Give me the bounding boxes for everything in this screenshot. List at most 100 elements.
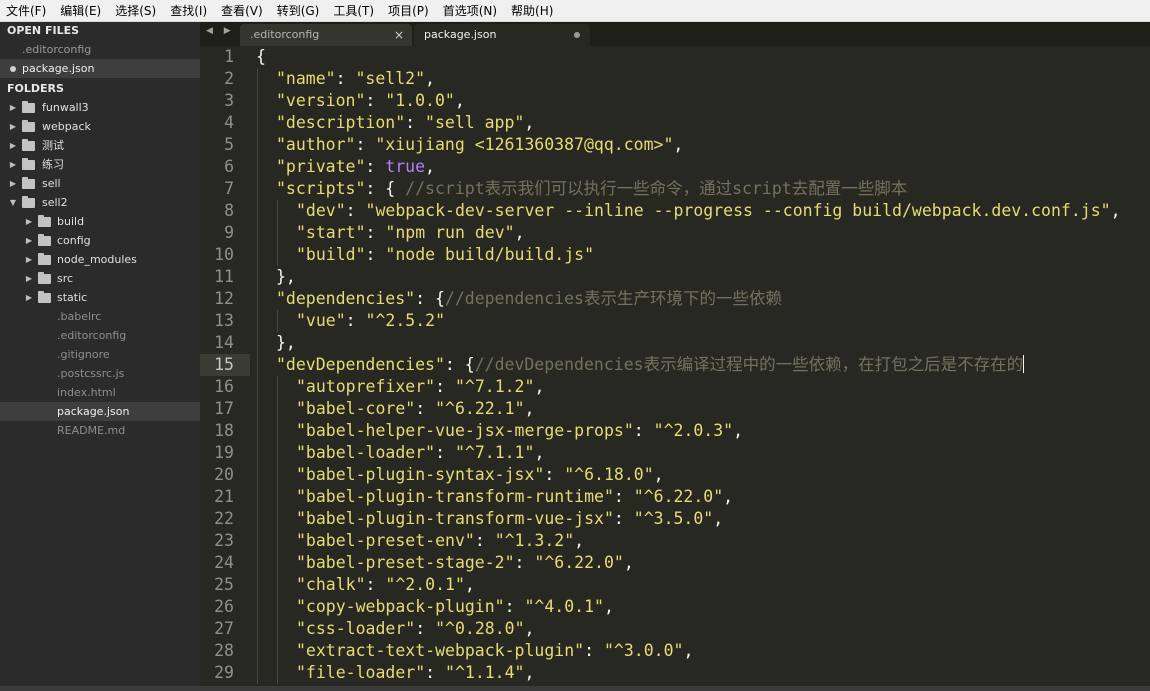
json-key: "dependencies" xyxy=(276,289,416,308)
expand-arrow-icon[interactable]: ▶ xyxy=(24,288,34,307)
code-line[interactable]: 27 "css-loader": "^0.28.0", xyxy=(200,618,1150,640)
code-punctuation: { xyxy=(256,47,266,66)
folder-funwall3[interactable]: ▶ funwall3 xyxy=(0,98,200,117)
menu-view[interactable]: 查看(V) xyxy=(214,0,270,22)
file-index-html[interactable]: index.html xyxy=(0,383,200,402)
indent-guide xyxy=(257,332,258,354)
menu-find[interactable]: 查找(I) xyxy=(163,0,214,22)
code-line[interactable]: 5 "author": "xiujiang <1261360387@qq.com>… xyxy=(200,134,1150,156)
code-line[interactable]: 21 "babel-plugin-transform-runtime": "^6.… xyxy=(200,486,1150,508)
code-line[interactable]: 23 "babel-preset-env": "^1.3.2", xyxy=(200,530,1150,552)
code-line[interactable]: 13 "vue": "^2.5.2" xyxy=(200,310,1150,332)
folder-webpack[interactable]: ▶ webpack xyxy=(0,117,200,136)
indent-guide xyxy=(257,310,258,332)
code-line[interactable]: 25 "chalk": "^2.0.1", xyxy=(200,574,1150,596)
code-line[interactable]: 6 "private": true, xyxy=(200,156,1150,178)
code-line[interactable]: 26 "copy-webpack-plugin": "^4.0.1", xyxy=(200,596,1150,618)
code-line[interactable]: 10 "build": "node build/build.js" xyxy=(200,244,1150,266)
indent-guide xyxy=(257,376,258,398)
tab-nav-arrows-icon[interactable]: ◀ ▶ xyxy=(206,26,235,36)
code-line[interactable]: 28 "extract-text-webpack-plugin": "^3.0.0… xyxy=(200,640,1150,662)
folder-lianxi[interactable]: ▶ 练习 xyxy=(0,155,200,174)
open-file-editorconfig[interactable]: .editorconfig xyxy=(0,40,200,59)
folder-config[interactable]: ▶ config xyxy=(0,231,200,250)
file-gitignore[interactable]: .gitignore xyxy=(0,345,200,364)
expand-arrow-icon[interactable]: ▶ xyxy=(8,117,18,136)
indent-guide xyxy=(257,486,258,508)
folder-sell[interactable]: ▶ sell xyxy=(0,174,200,193)
line-number: 22 xyxy=(214,509,234,528)
menu-goto[interactable]: 转到(G) xyxy=(270,0,327,22)
code-line[interactable]: 16 "autoprefixer": "^7.1.2", xyxy=(200,376,1150,398)
code-line[interactable]: 7 "scripts": { //script表示我们可以执行一些命令，通过scr… xyxy=(200,178,1150,200)
tab-editorconfig[interactable]: .editorconfig × xyxy=(240,24,412,46)
file-package-json[interactable]: package.json xyxy=(0,402,200,421)
code-punctuation: , xyxy=(524,399,535,418)
menu-project[interactable]: 项目(P) xyxy=(381,0,436,22)
folder-sell2[interactable]: ▼ sell2 xyxy=(0,193,200,212)
code-line[interactable]: 15 "devDependencies": {//devDependencies表… xyxy=(200,354,1150,376)
folder-static[interactable]: ▶ static xyxy=(0,288,200,307)
code-line[interactable]: 20 "babel-plugin-syntax-jsx": "^6.18.0", xyxy=(200,464,1150,486)
code-text: "babel-plugin-syntax-jsx": "^6.18.0", xyxy=(296,464,664,486)
code-line[interactable]: 9 "start": "npm run dev", xyxy=(200,222,1150,244)
code-line[interactable]: 8 "dev": "webpack-dev-server --inline --p… xyxy=(200,200,1150,222)
file-babelrc[interactable]: .babelrc xyxy=(0,307,200,326)
menu-help[interactable]: 帮助(H) xyxy=(504,0,560,22)
expand-arrow-icon[interactable]: ▶ xyxy=(24,231,34,250)
collapse-arrow-icon[interactable]: ▼ xyxy=(8,193,18,212)
code-editor[interactable]: 1{2 "name": "sell2", 3 "version": "1.0.0", 4… xyxy=(200,46,1150,686)
code-line[interactable]: 4 "description": "sell app", xyxy=(200,112,1150,134)
menu-file[interactable]: 文件(F) xyxy=(0,0,53,22)
code-line[interactable]: 11}, xyxy=(200,266,1150,288)
line-number: 29 xyxy=(214,663,234,682)
code-line[interactable]: 18 "babel-helper-vue-jsx-merge-props": "^… xyxy=(200,420,1150,442)
code-line[interactable]: 2 "name": "sell2", xyxy=(200,68,1150,90)
unsaved-dot-icon[interactable] xyxy=(574,32,580,38)
close-icon[interactable]: × xyxy=(394,24,404,46)
code-line[interactable]: 17 "babel-core": "^6.22.1", xyxy=(200,398,1150,420)
expand-arrow-icon[interactable]: ▶ xyxy=(8,98,18,117)
json-key: "private" xyxy=(276,157,366,176)
file-readme[interactable]: README.md xyxy=(0,421,200,440)
menu-preferences[interactable]: 首选项(N) xyxy=(436,0,504,22)
expand-arrow-icon[interactable]: ▶ xyxy=(24,212,34,231)
folder-icon xyxy=(38,253,51,265)
json-key: "dev" xyxy=(296,201,346,220)
folder-node-modules[interactable]: ▶ node_modules xyxy=(0,250,200,269)
indent-guide xyxy=(257,266,258,288)
menu-edit[interactable]: 编辑(E) xyxy=(53,0,108,22)
indent-guide xyxy=(277,662,278,684)
folder-build[interactable]: ▶ build xyxy=(0,212,200,231)
expand-arrow-icon[interactable]: ▶ xyxy=(24,250,34,269)
code-line[interactable]: 14}, xyxy=(200,332,1150,354)
json-string: "^7.1.1" xyxy=(454,443,535,462)
folder-label: webpack xyxy=(42,120,91,133)
json-key: "babel-plugin-syntax-jsx" xyxy=(296,465,545,484)
json-key: "copy-webpack-plugin" xyxy=(296,597,505,616)
code-line[interactable]: 22 "babel-plugin-transform-vue-jsx": "^3.… xyxy=(200,508,1150,530)
code-line[interactable]: 1{ xyxy=(200,46,1150,68)
folder-ceshi[interactable]: ▶ 测试 xyxy=(0,136,200,155)
indent-guide xyxy=(257,442,258,464)
folder-src[interactable]: ▶ src xyxy=(0,269,200,288)
file-editorconfig[interactable]: .editorconfig xyxy=(0,326,200,345)
code-text: "babel-preset-stage-2": "^6.22.0", xyxy=(296,552,634,574)
code-text: }, xyxy=(276,332,296,354)
tab-label: package.json xyxy=(424,28,497,41)
tab-package-json[interactable]: package.json xyxy=(414,24,590,46)
expand-arrow-icon[interactable]: ▶ xyxy=(8,136,18,155)
file-postcssrc[interactable]: .postcssrc.js xyxy=(0,364,200,383)
open-file-package-json[interactable]: package.json xyxy=(0,59,200,78)
expand-arrow-icon[interactable]: ▶ xyxy=(24,269,34,288)
code-line[interactable]: 19 "babel-loader": "^7.1.1", xyxy=(200,442,1150,464)
folder-icon xyxy=(22,139,35,151)
code-line[interactable]: 24 "babel-preset-stage-2": "^6.22.0", xyxy=(200,552,1150,574)
code-line[interactable]: 3 "version": "1.0.0", xyxy=(200,90,1150,112)
code-line[interactable]: 12 "dependencies": {//dependencies表示生产环境下… xyxy=(200,288,1150,310)
code-line[interactable]: 29 "file-loader": "^1.1.4", xyxy=(200,662,1150,684)
menu-selection[interactable]: 选择(S) xyxy=(108,0,163,22)
menu-tools[interactable]: 工具(T) xyxy=(326,0,381,22)
expand-arrow-icon[interactable]: ▶ xyxy=(8,155,18,174)
expand-arrow-icon[interactable]: ▶ xyxy=(8,174,18,193)
